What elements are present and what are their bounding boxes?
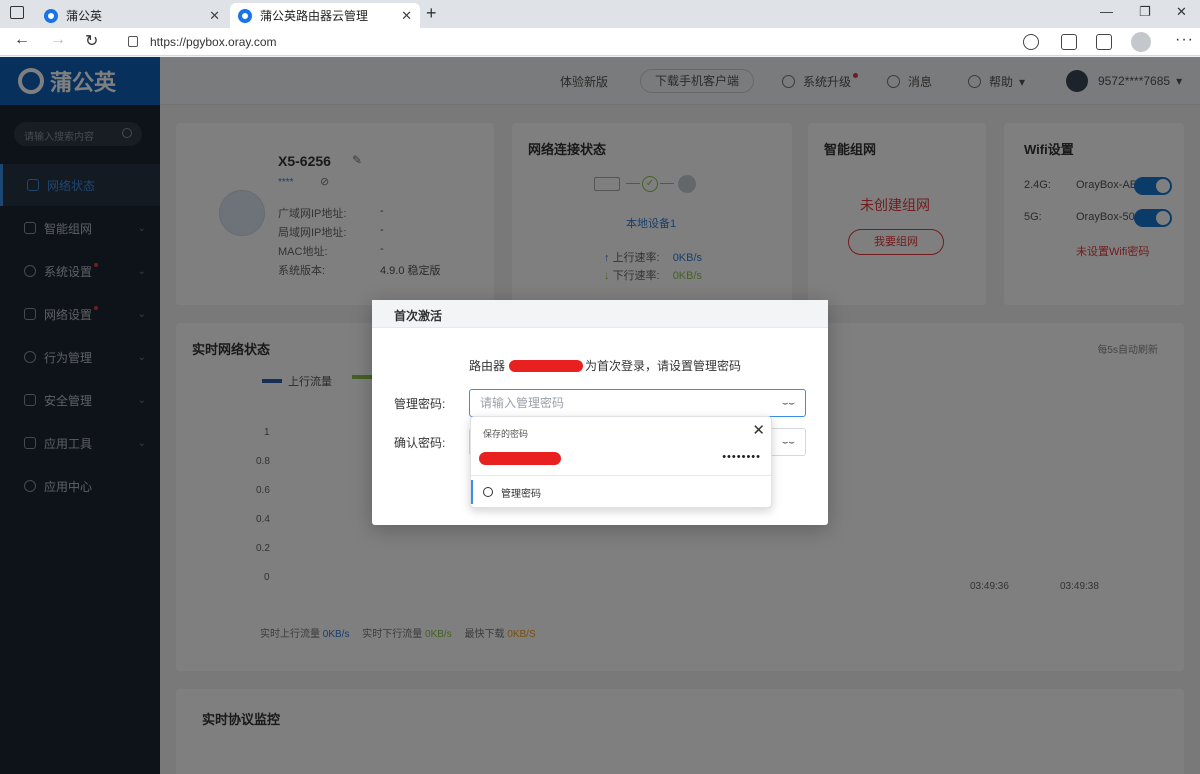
- password-label: 管理密码:: [394, 397, 446, 411]
- dialog-title: 首次激活: [372, 300, 828, 328]
- redacted-saved-account[interactable]: [479, 452, 561, 465]
- saved-password-masked[interactable]: ••••••••: [722, 451, 761, 463]
- minimize-icon[interactable]: —: [1100, 4, 1113, 19]
- redacted-device-name: [509, 359, 584, 372]
- browser-tab-2[interactable]: 蒲公英路由器云管理 ✕: [230, 3, 420, 28]
- key-icon: [483, 487, 493, 497]
- refresh-icon[interactable]: ↻: [85, 31, 98, 51]
- manage-passwords-label: 管理密码: [501, 488, 541, 500]
- tab-actions-icon[interactable]: [10, 6, 24, 19]
- favicon-icon: [238, 8, 252, 23]
- activation-dialog: 首次激活 路由器 为首次登录，请设置管理密码 管理密码: ⌣⌣ 确认密码: ⌣⌣…: [372, 300, 828, 525]
- browser-tab-1[interactable]: 蒲公英 ✕: [36, 3, 228, 28]
- favorite-add-icon[interactable]: [1023, 34, 1039, 50]
- confirm-password-label: 确认密码:: [394, 436, 446, 450]
- back-icon[interactable]: ←: [14, 31, 30, 49]
- password-field[interactable]: ⌣⌣: [469, 389, 806, 417]
- more-icon[interactable]: ···: [1175, 31, 1194, 49]
- collections-icon[interactable]: [1096, 34, 1112, 50]
- restore-icon[interactable]: ❐: [1139, 4, 1151, 20]
- new-tab-button[interactable]: +: [426, 3, 437, 24]
- close-icon[interactable]: ✕: [752, 421, 765, 439]
- tab-title: 蒲公英路由器云管理: [260, 9, 369, 23]
- eye-closed-icon[interactable]: ⌣⌣: [782, 437, 795, 448]
- forward-icon[interactable]: →: [50, 31, 66, 49]
- divider: [471, 475, 771, 476]
- address-bar: ← → ↻ https://pgybox.oray.com ···: [0, 28, 1200, 56]
- url-field[interactable]: https://pgybox.oray.com: [116, 30, 1046, 54]
- saved-passwords-header: 保存的密码: [483, 429, 529, 439]
- dialog-description: 路由器 为首次登录，请设置管理密码: [469, 357, 741, 374]
- tab-title: 蒲公英: [66, 9, 103, 23]
- browser-tab-bar: 蒲公英 ✕ 蒲公英路由器云管理 ✕ + — ❐ ✕: [0, 0, 1200, 28]
- manage-passwords-item[interactable]: 管理密码: [471, 480, 771, 504]
- favicon-icon: [44, 8, 58, 23]
- close-icon[interactable]: ✕: [209, 8, 220, 24]
- window-close-icon[interactable]: ✕: [1176, 4, 1187, 20]
- profile-avatar[interactable]: [1131, 32, 1151, 52]
- close-icon[interactable]: ✕: [401, 8, 412, 24]
- desc-suffix: 为首次登录，请设置管理密码: [585, 359, 742, 373]
- saved-password-dropdown: 保存的密码 ✕ •••••••• 管理密码: [470, 416, 772, 508]
- password-input[interactable]: [470, 390, 750, 416]
- favorites-icon[interactable]: [1061, 34, 1077, 50]
- desc-prefix: 路由器: [469, 359, 506, 373]
- eye-closed-icon[interactable]: ⌣⌣: [782, 398, 795, 409]
